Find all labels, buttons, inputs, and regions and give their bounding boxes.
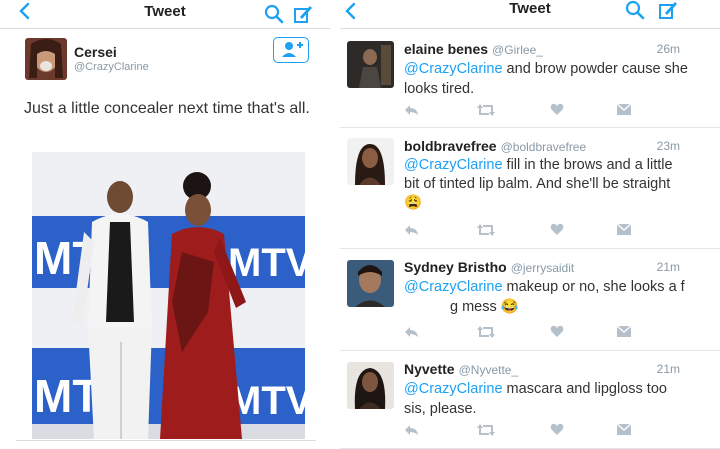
compose-icon[interactable] [658, 0, 678, 25]
reply-author-handle: @boldbravefree [500, 140, 587, 154]
like-icon[interactable] [550, 325, 564, 343]
reply-author-name: Nyvette [404, 361, 455, 377]
retweet-icon[interactable] [476, 325, 496, 344]
reply-actions [404, 325, 634, 341]
search-icon[interactable] [264, 4, 284, 29]
reply-icon[interactable] [404, 325, 420, 344]
tweet-text: Just a little concealer next time that's… [24, 100, 310, 117]
follow-icon [282, 42, 303, 57]
message-icon[interactable] [616, 423, 632, 441]
right-replies-panel: Tweet elaine benes @Girlee_ 26m @CrazyCla… [340, 0, 720, 449]
mention-link[interactable]: @CrazyClarine [404, 61, 503, 77]
retweet-icon[interactable] [476, 223, 496, 242]
bottom-divider [16, 440, 316, 441]
reply-actions [404, 423, 634, 439]
reply-author-handle: @Girlee_ [492, 43, 543, 57]
mention-link[interactable]: @CrazyClarine [404, 157, 503, 173]
avatar[interactable] [347, 362, 394, 409]
reply-icon[interactable] [404, 423, 420, 442]
author-handle[interactable]: @CrazyClarine [74, 61, 149, 73]
avatar[interactable] [347, 138, 394, 185]
reply-icon[interactable] [404, 103, 420, 122]
censor-mark [404, 301, 450, 314]
retweet-icon[interactable] [476, 423, 496, 442]
message-icon[interactable] [616, 325, 632, 343]
search-icon[interactable] [625, 0, 645, 25]
reply-icon[interactable] [404, 223, 420, 242]
compose-icon[interactable] [293, 4, 313, 29]
avatar[interactable] [347, 260, 394, 307]
left-top-bar: Tweet [0, 0, 330, 29]
reply-time: 26m [656, 42, 680, 56]
reply-body: makeup or no, she looks a f [502, 279, 685, 295]
left-tweet-panel: Tweet Cersei @CrazyClarine Just a little… [0, 0, 330, 449]
reply-actions [404, 103, 634, 119]
reply-author[interactable]: Sydney Bristho @jerrysaidit [404, 259, 574, 275]
emoji: 😩 [404, 195, 423, 211]
list-item[interactable]: boldbravefree @boldbravefree 23m @CrazyCl… [340, 127, 720, 249]
reply-author[interactable]: boldbravefree @boldbravefree [404, 138, 586, 154]
list-item[interactable]: Nyvette @Nyvette_ 21m @CrazyClarine masca… [340, 350, 720, 449]
avatar[interactable] [347, 41, 394, 88]
author-avatar[interactable] [25, 38, 67, 80]
mention-link[interactable]: @CrazyClarine [404, 381, 503, 397]
reply-author-name: boldbravefree [404, 138, 497, 154]
author-name[interactable]: Cersei [74, 44, 117, 60]
list-item[interactable]: elaine benes @Girlee_ 26m @CrazyClarine a… [340, 29, 720, 128]
list-item[interactable]: Sydney Bristho @jerrysaidit 21m @CrazyCla… [340, 248, 720, 351]
mention-link[interactable]: @CrazyClarine [404, 279, 503, 295]
reply-time: 21m [656, 362, 680, 376]
reply-actions [404, 223, 634, 239]
emoji: 😂 [500, 299, 519, 315]
reply-text: @CrazyClarine makeup or no, she looks a … [404, 277, 689, 317]
reply-author-handle: @jerrysaidit [510, 261, 575, 275]
retweet-icon[interactable] [476, 103, 496, 122]
like-icon[interactable] [550, 223, 564, 241]
reply-author-name: elaine benes [404, 41, 489, 57]
reply-text: @CrazyClarine mascara and lipgloss too s… [404, 379, 689, 419]
message-icon[interactable] [616, 223, 632, 241]
reply-time: 23m [656, 139, 680, 153]
reply-text: @CrazyClarine and brow powder cause she … [404, 59, 689, 99]
reply-body-end: g mess [450, 299, 501, 315]
reply-author[interactable]: elaine benes @Girlee_ [404, 41, 543, 57]
reply-author-handle: @Nyvette_ [458, 363, 519, 377]
mtv-logo-top-right: MTV [228, 241, 305, 285]
tweet-photo[interactable]: MTV MTV MTV MTV [32, 152, 305, 439]
reply-author-name: Sydney Bristho [404, 259, 507, 275]
right-top-bar: Tweet [340, 0, 720, 29]
like-icon[interactable] [550, 423, 564, 441]
like-icon[interactable] [550, 103, 564, 121]
message-icon[interactable] [616, 103, 632, 121]
reply-author[interactable]: Nyvette @Nyvette_ [404, 361, 518, 377]
reply-time: 21m [656, 260, 680, 274]
reply-text: @CrazyClarine fill in the brows and a li… [404, 156, 689, 213]
follow-button[interactable] [273, 37, 309, 63]
